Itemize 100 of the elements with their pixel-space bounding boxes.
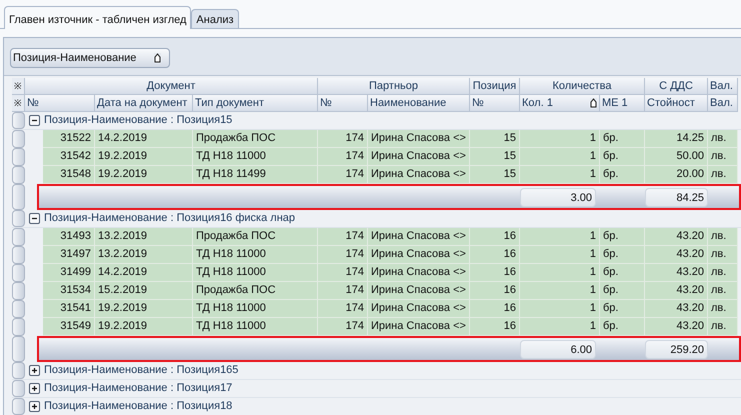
table-cell: 19.2.2019 [95, 166, 193, 184]
column-header[interactable]: Партньор [318, 78, 470, 95]
row-selector[interactable] [12, 300, 25, 318]
total-value: 84.25 [645, 188, 708, 206]
table-cell: 16 [470, 264, 520, 282]
tab[interactable]: Анализ [191, 9, 239, 28]
column-header[interactable]: Наименование [368, 95, 470, 112]
table-cell: 31541 [43, 300, 95, 318]
table-cell: 16 [470, 318, 520, 336]
column-header[interactable]: Позиция [470, 78, 520, 95]
table-cell: 31499 [43, 264, 95, 282]
table-cell: лв. [708, 130, 738, 148]
column-header[interactable]: Тип документ [193, 95, 318, 112]
table-cell: бр. [600, 166, 645, 184]
table-cell: Ирина Спасова <> [368, 264, 470, 282]
column-header[interactable]: МЕ 1 [600, 95, 645, 112]
row-selector[interactable] [12, 282, 25, 300]
tab[interactable]: Главен източник - табличен изглед [4, 6, 192, 29]
table-cell: 1 [520, 318, 600, 336]
table-cell: 43.20 [645, 300, 708, 318]
table-cell: бр. [600, 318, 645, 336]
total-quantity: 3.00 [520, 188, 596, 206]
table-cell: 43.20 [645, 318, 708, 336]
column-header[interactable]: № [25, 95, 95, 112]
column-header[interactable]: С ДДС [645, 78, 708, 95]
table-cell: Ирина Спасова <> [368, 318, 470, 336]
table-cell: 174 [318, 318, 368, 336]
table-cell: ТД Н18 11000 [193, 246, 318, 264]
column-header[interactable]: Документ [25, 78, 318, 95]
table-cell: 15 [470, 148, 520, 166]
table-cell: ТД Н18 11000 [193, 148, 318, 166]
column-header[interactable]: Дата на документ [95, 95, 193, 112]
table-cell: 1 [520, 166, 600, 184]
row-selector[interactable] [12, 166, 25, 184]
table-cell: 50.00 [645, 148, 708, 166]
table-cell: бр. [600, 300, 645, 318]
row-selector[interactable] [12, 318, 25, 336]
group-caption: Позиция-Наименование : Позиция165 [44, 363, 238, 378]
column-header[interactable]: Вал. [708, 95, 738, 112]
table-cell: 174 [318, 166, 368, 184]
table-cell: 16 [470, 246, 520, 264]
table-cell: Продажба ПОС [193, 228, 318, 246]
column-header[interactable]: Кол. 1 [520, 95, 600, 112]
table-cell: Ирина Спасова <> [368, 228, 470, 246]
table-cell: бр. [600, 264, 645, 282]
table-cell: Продажба ПОС [193, 282, 318, 300]
table-cell: 1 [520, 282, 600, 300]
table-cell: 16 [470, 300, 520, 318]
minus-icon[interactable] [29, 115, 40, 126]
table-cell: 14.2.2019 [95, 130, 193, 148]
group-caption: Позиция-Наименование : Позиция16 фиска лнар [44, 211, 296, 226]
table-cell: лв. [708, 228, 738, 246]
table-cell: 20.00 [645, 166, 708, 184]
column-header[interactable]: Стойност [645, 95, 708, 112]
table-cell: 43.20 [645, 282, 708, 300]
minus-icon[interactable] [29, 213, 40, 224]
table-cell: ТД Н18 11000 [193, 318, 318, 336]
table-cell: лв. [708, 282, 738, 300]
table-cell: 19.2.2019 [95, 318, 193, 336]
group-by-button[interactable]: Позиция-Наименование [10, 48, 170, 68]
table-cell: 19.2.2019 [95, 300, 193, 318]
table-cell: лв. [708, 264, 738, 282]
table-cell: 15.2.2019 [95, 282, 193, 300]
plus-icon[interactable] [29, 401, 40, 412]
table-cell: ТД Н18 11000 [193, 264, 318, 282]
plus-icon[interactable] [29, 383, 40, 394]
table-cell: 174 [318, 130, 368, 148]
table-cell: 31549 [43, 318, 95, 336]
table-cell: 1 [520, 300, 600, 318]
table-cell: 174 [318, 264, 368, 282]
row-selector[interactable] [12, 246, 25, 264]
table-cell: 31522 [43, 130, 95, 148]
table-cell: лв. [708, 300, 738, 318]
column-header[interactable]: Вал. [708, 78, 738, 95]
column-header[interactable]: Количества [520, 78, 645, 95]
table-cell: Ирина Спасова <> [368, 300, 470, 318]
row-selector[interactable] [12, 148, 25, 166]
table-cell: 174 [318, 228, 368, 246]
table-cell: лв. [708, 246, 738, 264]
table-cell: 15 [470, 166, 520, 184]
table-cell: лв. [708, 166, 738, 184]
table-cell: 31548 [43, 166, 95, 184]
table-cell: Ирина Спасова <> [368, 246, 470, 264]
table-cell: 16 [470, 282, 520, 300]
group-caption: Позиция-Наименование : Позиция17 [44, 381, 232, 396]
table-cell: 174 [318, 282, 368, 300]
column-header[interactable]: № [318, 95, 368, 112]
table-cell: бр. [600, 282, 645, 300]
table-cell: 16 [470, 228, 520, 246]
row-selector[interactable] [12, 264, 25, 282]
table-cell: 1 [520, 228, 600, 246]
plus-icon[interactable] [29, 365, 40, 376]
table-cell: 43.20 [645, 228, 708, 246]
column-header[interactable]: № [470, 95, 520, 112]
table-cell: 174 [318, 246, 368, 264]
table-cell: ТД Н18 11000 [193, 300, 318, 318]
table-cell: 13.2.2019 [95, 228, 193, 246]
table-cell: 174 [318, 148, 368, 166]
sort-icon [590, 98, 597, 108]
table-cell: 14.2.2019 [95, 264, 193, 282]
